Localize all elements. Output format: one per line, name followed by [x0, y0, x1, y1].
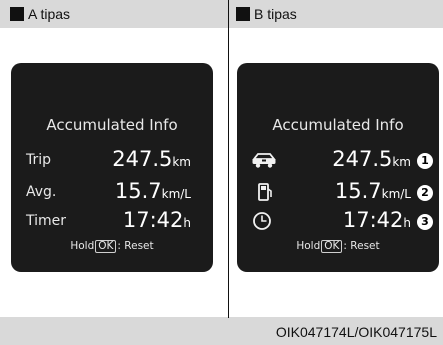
trip-row: Trip 247.5km: [11, 147, 213, 173]
display-title: Accumulated Info: [272, 116, 404, 134]
trip-label: Trip: [26, 152, 52, 168]
average-label: Avg.: [26, 184, 57, 200]
panel-b-display: Accumulated Info 247.5km 1 15.7km/L 2 17…: [237, 63, 439, 272]
reset-hint: Hold OK: Reset: [70, 240, 154, 253]
trip-value: 247.5km: [112, 147, 191, 171]
panel-b-heading: B tipas: [236, 5, 297, 23]
panel-divider: [228, 0, 229, 318]
trip-value: 247.5km: [332, 147, 411, 171]
image-reference-code: OIK047174L/OIK047175L: [275, 324, 437, 340]
average-unit: km/L: [381, 187, 411, 201]
panel-a-display: Accumulated Info Trip 247.5km Avg. 15.7k…: [11, 63, 213, 272]
panel-a-heading: A tipas: [10, 5, 70, 23]
timer-row: 17:42h 3: [237, 208, 439, 234]
ok-key-label: OK: [321, 240, 343, 253]
fuel-pump-icon: [251, 182, 277, 202]
timer-label: Timer: [26, 213, 67, 229]
callout-marker: 2: [417, 185, 433, 201]
average-row: 15.7km/L 2: [237, 179, 439, 205]
square-bullet-icon: [10, 7, 24, 21]
timer-unit: h: [403, 216, 411, 230]
average-value: 15.7km/L: [334, 179, 411, 203]
panel-b-heading-text: B tipas: [254, 6, 297, 22]
timer-value: 17:42h: [122, 208, 191, 232]
reset-hint: Hold OK: Reset: [296, 240, 380, 253]
display-title: Accumulated Info: [46, 116, 178, 134]
trip-unit: km: [172, 155, 191, 169]
trip-row: 247.5km 1: [237, 147, 439, 173]
average-value: 15.7km/L: [114, 179, 191, 203]
timer-value: 17:42h: [342, 208, 411, 232]
average-unit: km/L: [161, 187, 191, 201]
callout-marker: 3: [417, 214, 433, 230]
callout-marker: 1: [417, 153, 433, 169]
panel-a-heading-text: A tipas: [28, 6, 71, 22]
car-trip-icon: [251, 150, 277, 170]
square-bullet-icon: [236, 7, 250, 21]
timer-row: Timer 17:42h: [11, 208, 213, 234]
average-row: Avg. 15.7km/L: [11, 179, 213, 205]
trip-unit: km: [392, 155, 411, 169]
timer-unit: h: [183, 216, 191, 230]
clock-icon: [251, 211, 277, 231]
ok-key-label: OK: [95, 240, 117, 253]
